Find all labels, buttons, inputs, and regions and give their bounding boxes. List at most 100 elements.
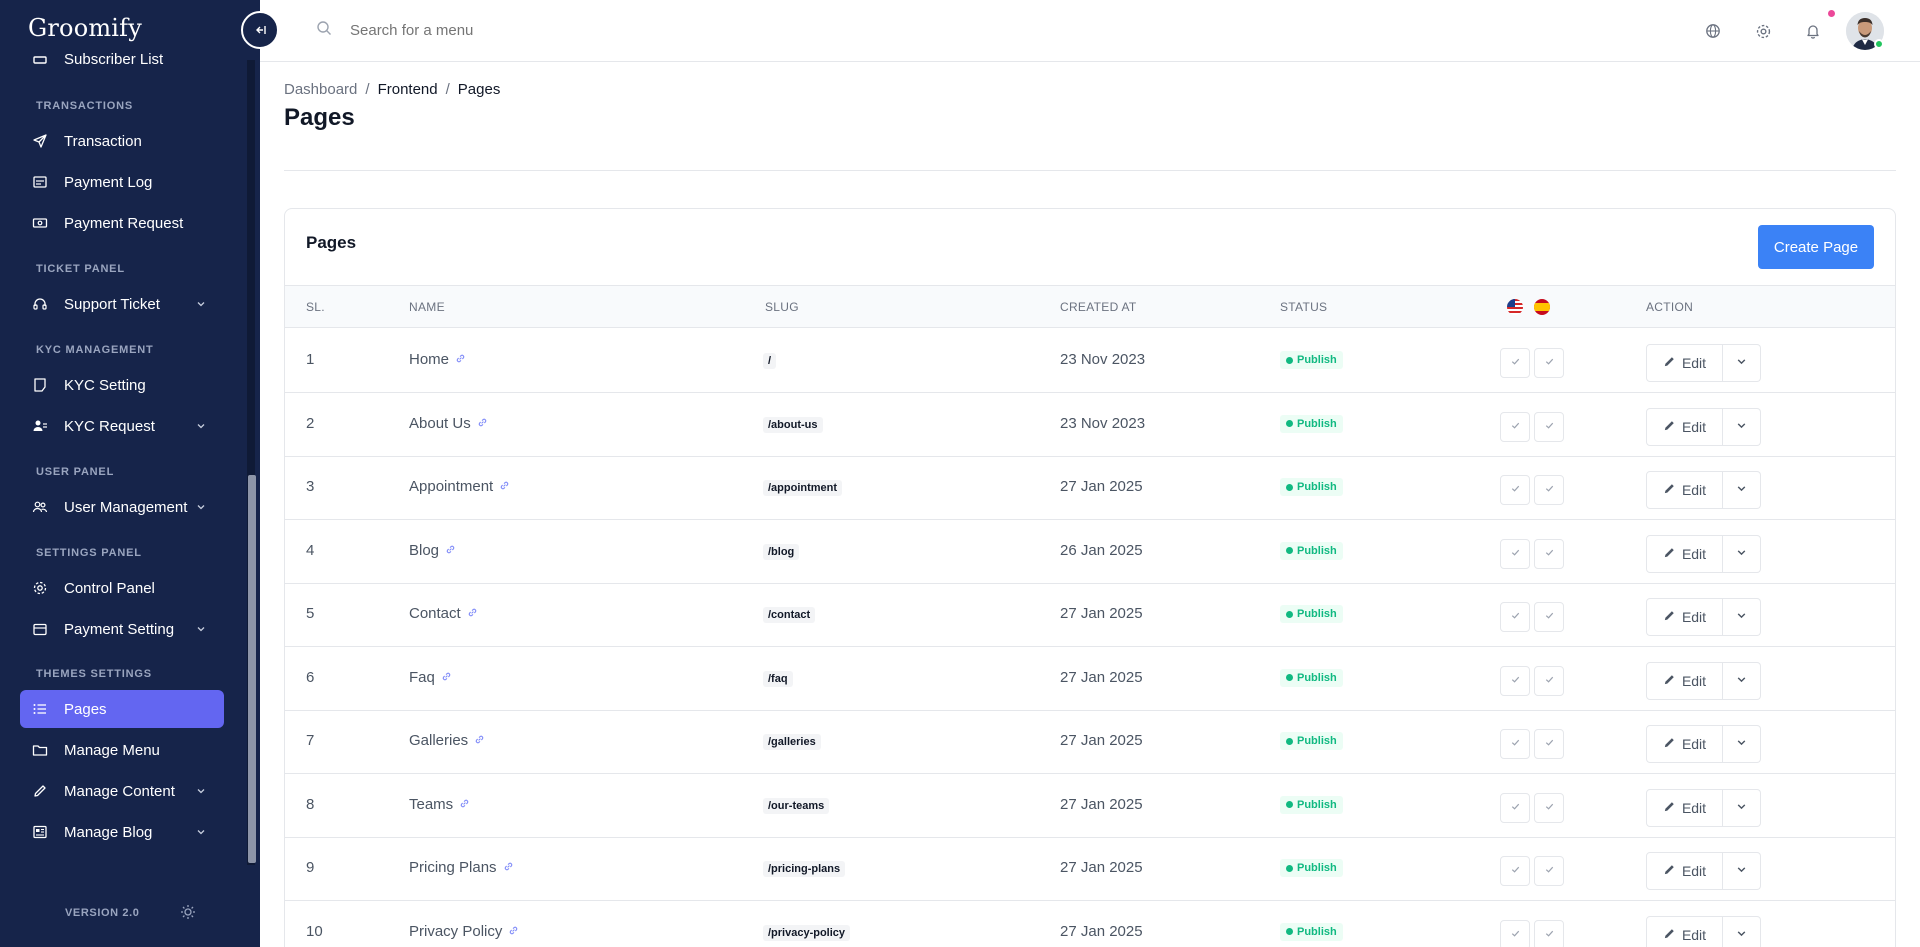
row-name[interactable]: Home — [409, 351, 466, 368]
sidebar-item-payment-setting[interactable]: Payment Setting — [20, 610, 224, 648]
es-translation-checkbox[interactable] — [1534, 919, 1564, 947]
sidebar-item-manage-menu[interactable]: Manage Menu — [20, 731, 224, 769]
row-actions-dropdown-button[interactable] — [1723, 915, 1761, 947]
sidebar-item-label: Transaction — [64, 132, 142, 150]
bell-icon[interactable] — [1803, 21, 1823, 41]
row-name[interactable]: Blog — [409, 542, 456, 559]
row-actions-dropdown-button[interactable] — [1723, 534, 1761, 573]
en-translation-checkbox[interactable] — [1500, 602, 1530, 632]
sidebar-item-manage-content[interactable]: Manage Content — [20, 772, 224, 810]
row-name-text[interactable]: Home — [409, 351, 449, 368]
es-translation-checkbox[interactable] — [1534, 411, 1564, 442]
en-translation-checkbox[interactable] — [1500, 729, 1530, 759]
edit-button[interactable]: Edit — [1646, 788, 1723, 827]
en-translation-checkbox[interactable] — [1500, 856, 1530, 886]
en-translation-checkbox[interactable] — [1500, 919, 1530, 947]
link-icon[interactable] — [467, 605, 478, 622]
breadcrumb-dashboard[interactable]: Dashboard — [284, 81, 357, 98]
row-name-text[interactable]: About Us — [409, 415, 471, 432]
es-translation-checkbox[interactable] — [1534, 538, 1564, 569]
sidebar-collapse-button[interactable] — [241, 11, 279, 49]
row-actions-dropdown-button[interactable] — [1723, 788, 1761, 827]
sidebar-item-manage-blog[interactable]: Manage Blog — [20, 813, 224, 851]
row-name[interactable]: Appointment — [409, 478, 510, 495]
link-icon[interactable] — [441, 669, 452, 686]
en-translation-checkbox[interactable] — [1500, 475, 1530, 505]
row-name[interactable]: About Us — [409, 415, 488, 432]
sidebar-item-payment-log[interactable]: Payment Log — [20, 163, 224, 201]
es-translation-checkbox[interactable] — [1534, 856, 1564, 886]
edit-button[interactable]: Edit — [1646, 407, 1723, 446]
sidebar-item-control-panel[interactable]: Control Panel — [20, 569, 224, 607]
row-name-text[interactable]: Privacy Policy — [409, 923, 502, 940]
row-name-text[interactable]: Galleries — [409, 732, 468, 749]
row-actions-dropdown-button[interactable] — [1723, 471, 1761, 509]
en-translation-checkbox[interactable] — [1500, 665, 1530, 696]
create-page-button[interactable]: Create Page — [1758, 225, 1874, 269]
row-name-text[interactable]: Faq — [409, 669, 435, 686]
en-translation-checkbox[interactable] — [1500, 348, 1530, 378]
row-name[interactable]: Contact — [409, 605, 478, 622]
row-actions-dropdown-button[interactable] — [1723, 598, 1761, 636]
row-name[interactable]: Faq — [409, 669, 452, 686]
row-name[interactable]: Galleries — [409, 732, 485, 749]
es-translation-checkbox[interactable] — [1534, 475, 1564, 505]
sidebar-item-pages[interactable]: Pages — [20, 690, 224, 728]
edit-button[interactable]: Edit — [1646, 915, 1723, 947]
row-name-text[interactable]: Appointment — [409, 478, 493, 495]
status-label: Publish — [1297, 544, 1337, 557]
row-name[interactable]: Teams — [409, 796, 470, 813]
sidebar-scrollbar-thumb[interactable] — [248, 475, 256, 863]
row-name-text[interactable]: Pricing Plans — [409, 859, 497, 876]
link-icon[interactable] — [455, 351, 466, 368]
app-logo[interactable]: Groomify — [28, 14, 142, 42]
globe-icon[interactable] — [1703, 21, 1723, 41]
link-icon[interactable] — [459, 796, 470, 813]
sidebar-item-subscriber-list[interactable]: Subscriber List — [20, 48, 224, 78]
row-name-text[interactable]: Contact — [409, 605, 461, 622]
sidebar-item-payment-request[interactable]: Payment Request — [20, 204, 224, 242]
sidebar-item-kyc-request[interactable]: KYC Request — [20, 407, 224, 445]
link-icon[interactable] — [445, 542, 456, 559]
search-input[interactable] — [350, 22, 630, 39]
breadcrumb-frontend[interactable]: Frontend — [378, 81, 438, 98]
es-translation-checkbox[interactable] — [1534, 792, 1564, 823]
sidebar-item-transaction[interactable]: Transaction — [20, 122, 224, 160]
row-name[interactable]: Privacy Policy — [409, 923, 519, 940]
status-badge: Publish — [1280, 478, 1343, 496]
row-actions-dropdown-button[interactable] — [1723, 852, 1761, 890]
search-box[interactable] — [316, 20, 630, 41]
es-translation-checkbox[interactable] — [1534, 348, 1564, 378]
link-icon[interactable] — [499, 478, 510, 495]
row-name[interactable]: Pricing Plans — [409, 859, 514, 876]
en-translation-checkbox[interactable] — [1500, 411, 1530, 442]
link-icon[interactable] — [474, 732, 485, 749]
sidebar-item-support-ticket[interactable]: Support Ticket — [20, 285, 224, 323]
es-translation-checkbox[interactable] — [1534, 665, 1564, 696]
link-icon[interactable] — [503, 859, 514, 876]
row-actions-dropdown-button[interactable] — [1723, 725, 1761, 763]
es-translation-checkbox[interactable] — [1534, 602, 1564, 632]
link-icon[interactable] — [508, 923, 519, 940]
sidebar-item-kyc-setting[interactable]: KYC Setting — [20, 366, 224, 404]
edit-button[interactable]: Edit — [1646, 852, 1723, 890]
row-actions-dropdown-button[interactable] — [1723, 344, 1761, 382]
en-translation-checkbox[interactable] — [1500, 792, 1530, 823]
row-name-text[interactable]: Blog — [409, 542, 439, 559]
edit-button[interactable]: Edit — [1646, 534, 1723, 573]
link-icon[interactable] — [477, 415, 488, 432]
row-actions-dropdown-button[interactable] — [1723, 407, 1761, 446]
sun-icon[interactable] — [180, 904, 196, 925]
row-name-text[interactable]: Teams — [409, 796, 453, 813]
edit-button[interactable]: Edit — [1646, 661, 1723, 700]
section-title-themes-settings: THEMES SETTINGS — [36, 668, 152, 680]
es-translation-checkbox[interactable] — [1534, 729, 1564, 759]
edit-button[interactable]: Edit — [1646, 471, 1723, 509]
sidebar-item-user-management[interactable]: User Management — [20, 488, 224, 526]
en-translation-checkbox[interactable] — [1500, 538, 1530, 569]
edit-button[interactable]: Edit — [1646, 598, 1723, 636]
settings-icon[interactable] — [1753, 21, 1773, 41]
edit-button[interactable]: Edit — [1646, 725, 1723, 763]
row-actions-dropdown-button[interactable] — [1723, 661, 1761, 700]
edit-button[interactable]: Edit — [1646, 344, 1723, 382]
